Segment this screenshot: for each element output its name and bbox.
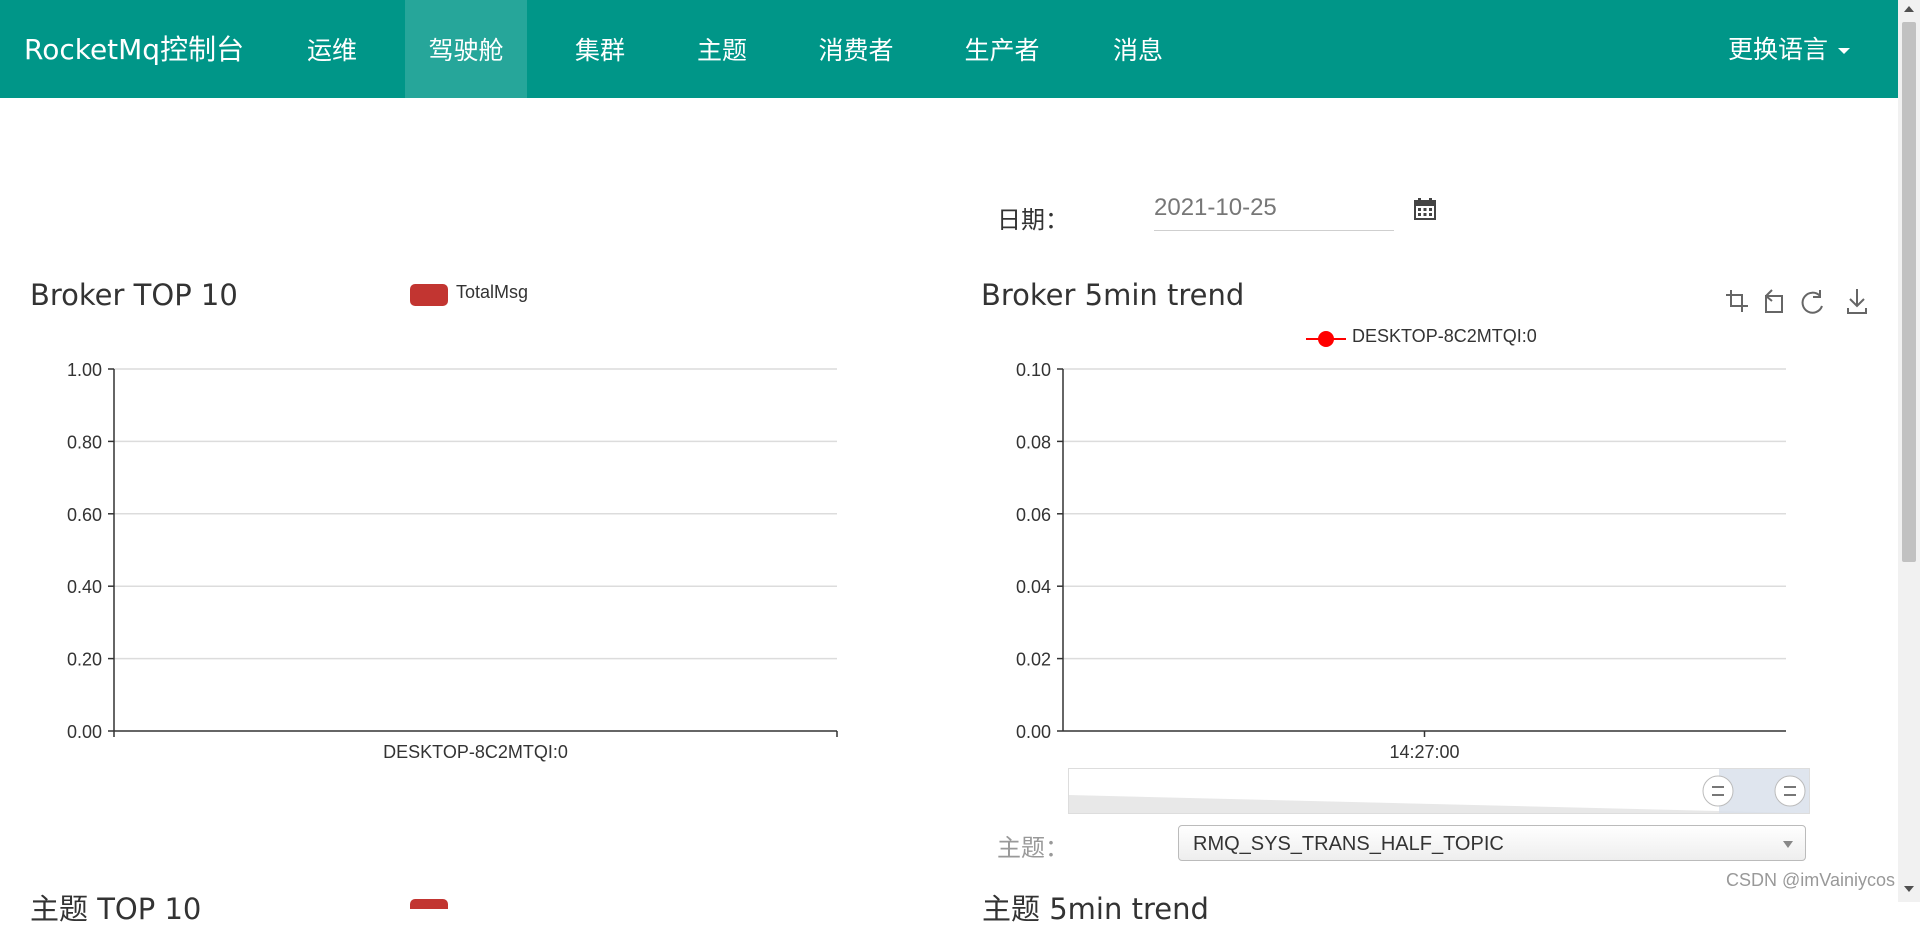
zoom-handle-right-icon[interactable] <box>1773 771 1807 811</box>
line-ytick-label: 0.10 <box>1016 360 1051 380</box>
line-ytick-label: 0.00 <box>1016 722 1051 742</box>
scroll-up-arrow-icon[interactable] <box>1904 6 1914 12</box>
scroll-down-arrow-icon[interactable] <box>1904 886 1914 892</box>
line-ytick-label: 0.08 <box>1016 432 1051 452</box>
data-zoom-track <box>1069 769 1809 813</box>
scrollbar-thumb[interactable] <box>1902 22 1916 562</box>
topic-selected-value: RMQ_SYS_TRANS_HALF_TOPIC <box>1193 833 1504 855</box>
line-ytick-label: 0.02 <box>1016 650 1051 670</box>
zoom-handle-left-icon[interactable] <box>1701 771 1735 811</box>
line-ytick-label: 0.06 <box>1016 505 1051 525</box>
select-arrow-icon <box>1783 841 1793 848</box>
page-scrollbar[interactable] <box>1898 0 1920 902</box>
data-zoom-slider[interactable] <box>1068 768 1810 814</box>
line-xtick-label: 14:27:00 <box>1389 742 1459 762</box>
topic-trend-title: 主题 5min trend <box>982 892 1209 926</box>
line-ytick-label: 0.04 <box>1016 577 1051 597</box>
broker-trend-chart: 0.00 0.02 0.04 0.06 0.08 0.10 14:27:00 <box>1016 360 1786 762</box>
watermark: CSDN @imVainiycos <box>1726 870 1895 890</box>
topic-top-legend-swatch <box>410 899 448 909</box>
topic-top-title: 主题 TOP 10 <box>30 892 202 926</box>
topic-label: 主题： <box>997 834 1069 862</box>
topic-select[interactable]: RMQ_SYS_TRANS_HALF_TOPIC <box>1178 825 1806 861</box>
